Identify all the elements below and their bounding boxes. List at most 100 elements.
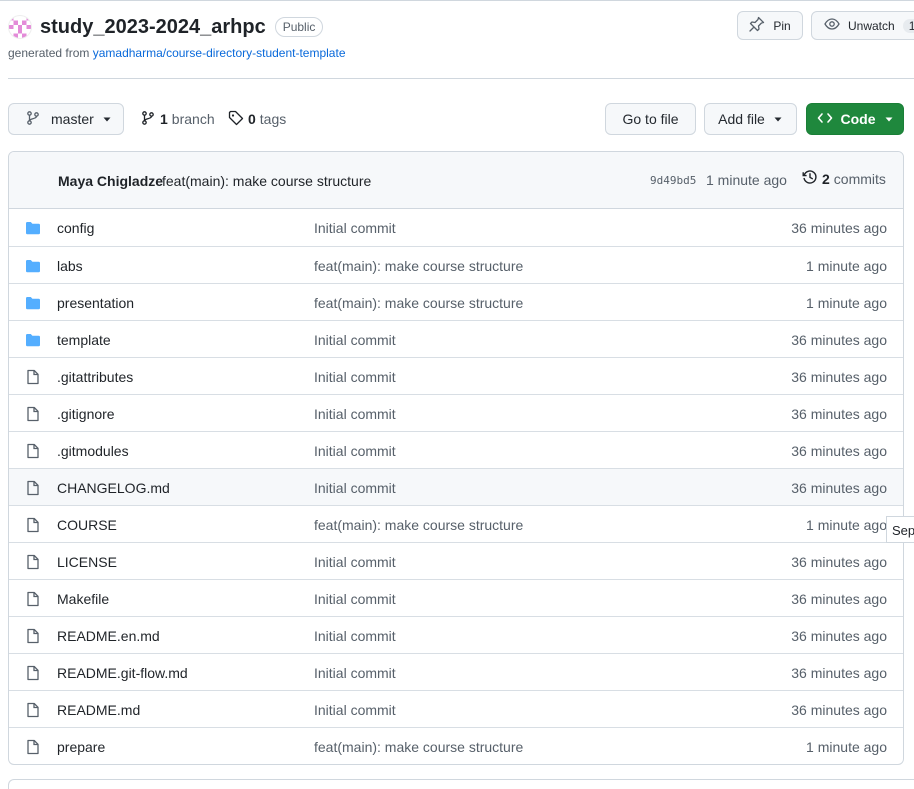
file-commit-message-link[interactable]: Initial commit	[314, 406, 396, 422]
file-name-link[interactable]: prepare	[57, 739, 105, 755]
file-commit-message-link[interactable]: feat(main): make course structure	[314, 517, 523, 533]
chevron-down-icon	[884, 111, 894, 127]
chevron-down-icon	[102, 111, 112, 127]
file-row[interactable]: LICENSE Initial commit 36 minutes ago	[9, 542, 903, 579]
visibility-badge: Public	[274, 17, 324, 37]
commits-count: 2	[822, 170, 830, 187]
commit-time: 1 minute ago	[706, 172, 787, 188]
commits-word: commits	[833, 170, 886, 187]
file-commit-message-link[interactable]: feat(main): make course structure	[314, 258, 523, 274]
file-row[interactable]: .gitignore Initial commit 36 minutes ago	[9, 394, 903, 431]
watch-count: 1	[902, 18, 914, 33]
file-icon	[25, 480, 41, 499]
latest-commit-bar: Maya Chigladze feat(main): make course s…	[9, 152, 903, 209]
file-commit-message-link[interactable]: feat(main): make course structure	[314, 739, 523, 755]
file-name-link[interactable]: CHANGELOG.md	[57, 480, 170, 496]
file-browser: Maya Chigladze feat(main): make course s…	[8, 151, 904, 765]
chevron-down-icon	[773, 111, 783, 127]
file-icon	[25, 406, 41, 425]
file-name-link[interactable]: template	[57, 332, 111, 348]
file-row[interactable]: .gitmodules Initial commit 36 minutes ago	[9, 431, 903, 468]
go-to-file-button[interactable]: Go to file	[605, 103, 696, 135]
file-name-link[interactable]: README.md	[57, 702, 140, 718]
branches-link[interactable]: 1 branch	[140, 103, 215, 135]
file-commit-message-link[interactable]: Initial commit	[314, 628, 396, 644]
file-name-link[interactable]: COURSE	[57, 517, 117, 533]
file-name-link[interactable]: .gitmodules	[57, 443, 129, 459]
readme-box-edge	[8, 779, 914, 789]
file-commit-message-link[interactable]: Initial commit	[314, 369, 396, 385]
file-commit-time: 36 minutes ago	[791, 369, 887, 385]
file-name-link[interactable]: presentation	[57, 295, 134, 311]
top-border	[0, 0, 914, 5]
file-commit-time: 36 minutes ago	[791, 665, 887, 681]
file-name-link[interactable]: .gitattributes	[57, 369, 133, 385]
avatar[interactable]	[8, 15, 32, 39]
eye-icon	[824, 16, 840, 35]
file-commit-message-link[interactable]: Initial commit	[314, 702, 396, 718]
file-commit-time: 1 minute ago	[806, 739, 887, 755]
file-name-link[interactable]: README.en.md	[57, 628, 160, 644]
file-commit-message-link[interactable]: Initial commit	[314, 220, 396, 236]
branch-name: master	[51, 111, 94, 127]
folder-icon	[25, 295, 41, 314]
file-commit-time: 1 minute ago	[806, 258, 887, 274]
file-commit-message-link[interactable]: Initial commit	[314, 443, 396, 459]
file-row[interactable]: presentation feat(main): make course stru…	[9, 283, 903, 320]
code-button[interactable]: Code	[806, 103, 904, 135]
branch-select-button[interactable]: master	[8, 103, 124, 135]
file-commit-time: 36 minutes ago	[791, 591, 887, 607]
file-commit-message-link[interactable]: feat(main): make course structure	[314, 295, 523, 311]
add-file-button[interactable]: Add file	[704, 103, 797, 135]
file-row[interactable]: Makefile Initial commit 36 minutes ago	[9, 579, 903, 616]
file-row[interactable]: COURSE feat(main): make course structure 1…	[9, 505, 903, 542]
tags-word: tags	[259, 111, 287, 127]
tooltip: Sep	[886, 516, 914, 543]
file-row[interactable]: README.git-flow.md Initial commit 36 minut…	[9, 653, 903, 690]
file-name-link[interactable]: Makefile	[57, 591, 109, 607]
file-commit-time: 36 minutes ago	[791, 443, 887, 459]
file-row[interactable]: README.md Initial commit 36 minutes ago	[9, 690, 903, 727]
tag-icon	[228, 110, 244, 129]
file-commit-time: 36 minutes ago	[791, 480, 887, 496]
commit-message-link[interactable]: feat(main): make course structure	[162, 173, 371, 189]
file-row[interactable]: README.en.md Initial commit 36 minutes ago	[9, 616, 903, 653]
file-row[interactable]: prepare feat(main): make course structure…	[9, 727, 903, 764]
commits-history-link[interactable]: 2 commits	[802, 169, 886, 188]
folder-icon	[25, 220, 41, 239]
file-icon	[25, 554, 41, 573]
folder-icon	[25, 258, 41, 277]
file-commit-message-link[interactable]: Initial commit	[314, 591, 396, 607]
file-commit-time: 36 minutes ago	[791, 332, 887, 348]
file-name-link[interactable]: README.git-flow.md	[57, 665, 188, 681]
pin-button[interactable]: Pin	[737, 11, 803, 40]
code-icon	[817, 110, 833, 129]
file-commit-time: 36 minutes ago	[791, 628, 887, 644]
file-row[interactable]: labs feat(main): make course structure 1 m…	[9, 246, 903, 283]
file-row[interactable]: config Initial commit 36 minutes ago	[9, 209, 903, 246]
file-name-link[interactable]: labs	[57, 258, 83, 274]
code-label: Code	[840, 111, 876, 127]
git-branch-icon	[140, 110, 156, 129]
tags-count: 0	[248, 111, 256, 127]
unwatch-button[interactable]: Unwatch 1	[811, 11, 914, 40]
file-commit-message-link[interactable]: Initial commit	[314, 665, 396, 681]
template-repo-link[interactable]: yamadharma/course-directory-student-temp…	[93, 46, 346, 60]
generated-from-prefix: generated from	[8, 46, 93, 60]
file-icon	[25, 665, 41, 684]
file-row[interactable]: CHANGELOG.md Initial commit 36 minutes ago	[9, 468, 903, 505]
commit-sha-link[interactable]: 9d49bd5	[650, 174, 696, 187]
commit-author-link[interactable]: Maya Chigladze	[58, 173, 163, 189]
file-name-link[interactable]: LICENSE	[57, 554, 117, 570]
file-row[interactable]: .gitattributes Initial commit 36 minutes a…	[9, 357, 903, 394]
file-commit-message-link[interactable]: Initial commit	[314, 554, 396, 570]
tags-link[interactable]: 0 tags	[228, 103, 286, 135]
file-name-link[interactable]: .gitignore	[57, 406, 115, 422]
file-icon	[25, 443, 41, 462]
unwatch-label: Unwatch	[848, 18, 895, 33]
file-name-link[interactable]: config	[57, 220, 94, 236]
file-commit-message-link[interactable]: Initial commit	[314, 480, 396, 496]
repo-name-link[interactable]: study_2023-2024_arhpc	[40, 16, 266, 39]
file-commit-message-link[interactable]: Initial commit	[314, 332, 396, 348]
file-row[interactable]: template Initial commit 36 minutes ago	[9, 320, 903, 357]
